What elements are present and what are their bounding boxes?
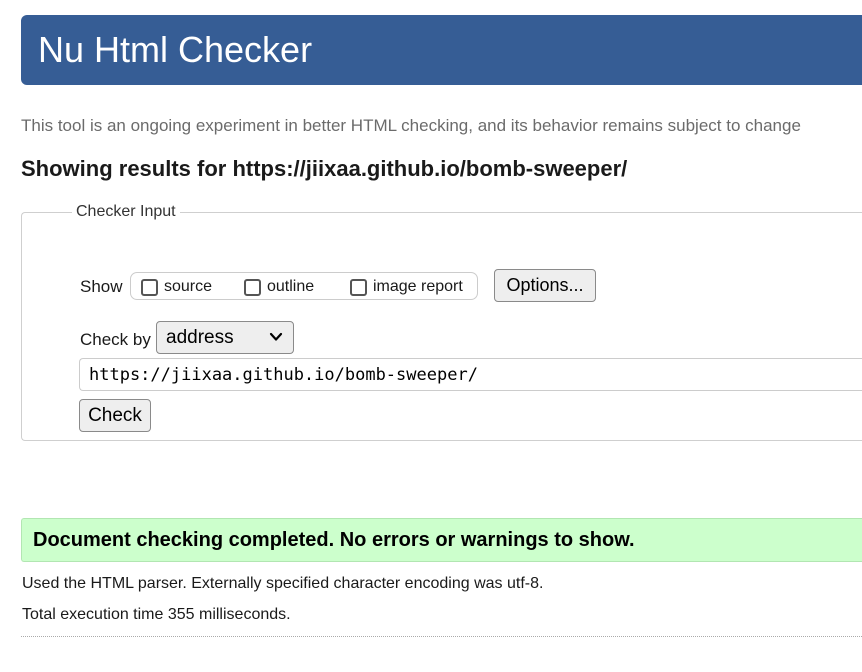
check-button[interactable]: Check	[79, 399, 151, 432]
check-by-select[interactable]: address	[156, 321, 294, 354]
divider	[21, 636, 862, 637]
outline-checkbox-label: outline	[267, 278, 315, 295]
execution-time: Total execution time 355 milliseconds.	[22, 606, 291, 623]
checkbox-box[interactable]	[141, 278, 158, 296]
check-by-selected-value: address	[166, 327, 234, 348]
image-report-checkbox[interactable]: image report	[350, 277, 463, 297]
checker-input-legend: Checker Input	[76, 203, 176, 220]
source-checkbox[interactable]: source	[141, 277, 212, 297]
checkbox-box[interactable]	[350, 278, 367, 296]
show-options-group: source outline image report	[130, 272, 478, 300]
tagline: This tool is an ongoing experiment in be…	[21, 116, 801, 135]
page: Nu Html Checker This tool is an ongoing …	[0, 0, 862, 672]
page-title: Nu Html Checker	[38, 29, 313, 70]
checker-input-fieldset: Checker Input Show source outline image …	[21, 203, 862, 441]
source-checkbox-label: source	[164, 278, 213, 295]
success-message: Document checking completed. No errors o…	[33, 529, 635, 551]
show-label: Show	[80, 277, 123, 296]
results-heading: Showing results for https://jiixaa.githu…	[21, 156, 628, 181]
check-by-label: Check by	[80, 330, 151, 349]
outline-checkbox[interactable]: outline	[244, 277, 314, 297]
page-header: Nu Html Checker	[21, 15, 862, 85]
checkbox-box[interactable]	[244, 278, 261, 296]
chevron-down-icon	[269, 332, 283, 341]
url-input[interactable]	[79, 358, 862, 391]
parser-info: Used the HTML parser. Externally specifi…	[22, 575, 544, 592]
success-message-box: Document checking completed. No errors o…	[21, 518, 862, 562]
options-button[interactable]: Options...	[494, 269, 596, 302]
image-report-checkbox-label: image report	[373, 278, 463, 295]
